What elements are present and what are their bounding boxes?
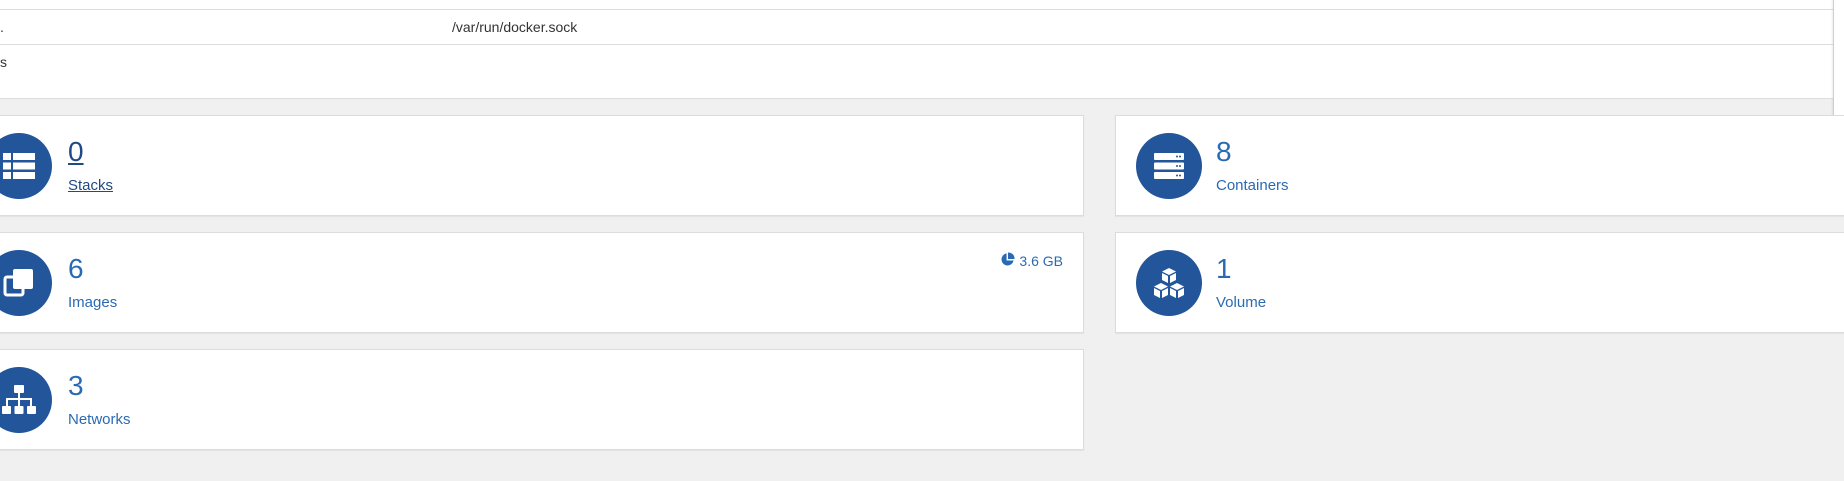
server-icon: [1136, 133, 1202, 199]
volume-label: Volume: [1216, 294, 1267, 311]
stacks-count[interactable]: 0: [68, 136, 84, 168]
table-row: . /var/run/docker.sock: [0, 9, 1844, 44]
images-count: 6: [68, 253, 84, 284]
cubes-icon: [1136, 250, 1202, 316]
stacks-tile[interactable]: 0 Stacks: [0, 115, 1084, 216]
row-key: .: [0, 19, 4, 35]
stacks-label[interactable]: Stacks: [68, 177, 113, 194]
networks-tile[interactable]: 3 Networks: [0, 349, 1084, 450]
sitemap-icon: [0, 367, 52, 433]
volume-count: 1: [1216, 253, 1232, 284]
images-size-value: 3.6 GB: [1019, 253, 1063, 269]
networks-count: 3: [68, 370, 84, 401]
containers-label: Containers: [1216, 177, 1289, 194]
environment-info-table: . /var/run/docker.sock s: [0, 0, 1844, 99]
networks-label: Networks: [68, 411, 131, 428]
volume-tile[interactable]: 1 Volume: [1115, 232, 1844, 333]
pie-chart-icon: [1000, 252, 1015, 270]
clone-icon: [0, 250, 52, 316]
containers-tile[interactable]: 8 Containers: [1115, 115, 1844, 216]
list-icon: [0, 133, 52, 199]
docker-socket-value: /var/run/docker.sock: [452, 19, 578, 35]
images-size-badge: 3.6 GB: [1000, 252, 1063, 270]
table-row: s: [0, 44, 1844, 99]
images-label: Images: [68, 294, 118, 311]
containers-count: 8: [1216, 136, 1232, 167]
images-tile[interactable]: 6 Images 3.6 GB: [0, 232, 1084, 333]
row-key: s: [0, 54, 7, 70]
